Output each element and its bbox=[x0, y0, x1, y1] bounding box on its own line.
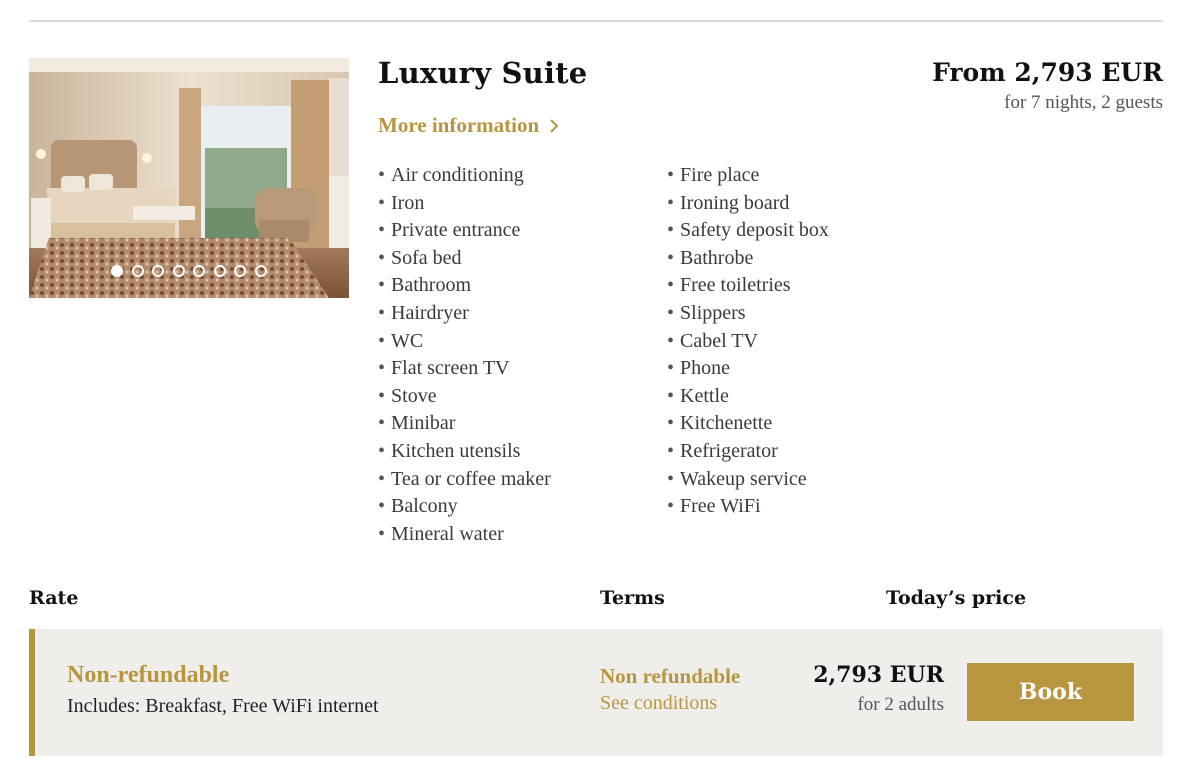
amenity-item: Kitchenette bbox=[667, 410, 829, 438]
amenities-list-right: Fire place Ironing board Safety deposit … bbox=[667, 162, 829, 521]
amenity-item: Balcony bbox=[378, 493, 551, 521]
carousel-dot[interactable] bbox=[131, 265, 144, 277]
amenity-item: Fire place bbox=[667, 162, 829, 190]
amenity-item: Safety deposit box bbox=[667, 217, 829, 245]
rate-price: 2,793 EUR bbox=[813, 662, 944, 688]
carousel-dot[interactable] bbox=[234, 265, 247, 277]
rate-row: Non-refundable Includes: Breakfast, Free… bbox=[29, 629, 1163, 756]
amenity-item: Stove bbox=[378, 383, 551, 411]
price-column-header: Today’s price bbox=[886, 587, 1027, 609]
book-button[interactable]: Book bbox=[967, 663, 1134, 721]
amenity-item: Free toiletries bbox=[667, 272, 829, 300]
amenity-item: Wakeup service bbox=[667, 466, 829, 494]
amenity-item: Free WiFi bbox=[667, 493, 829, 521]
carousel-dot[interactable] bbox=[193, 265, 206, 277]
amenity-item: Tea or coffee maker bbox=[378, 466, 551, 494]
price-from: From 2,793 EUR bbox=[932, 58, 1163, 87]
rate-name: Non-refundable bbox=[67, 662, 230, 688]
amenity-item: Mineral water bbox=[378, 521, 551, 549]
carousel-dots bbox=[29, 265, 349, 277]
room-title: Luxury Suite bbox=[378, 56, 588, 90]
price-stay-details: for 7 nights, 2 guests bbox=[1004, 92, 1163, 113]
amenity-item: Iron bbox=[378, 190, 551, 218]
amenity-item: Ironing board bbox=[667, 190, 829, 218]
carousel-dot[interactable] bbox=[254, 265, 267, 277]
terms-name: Non refundable bbox=[600, 664, 741, 688]
amenity-item: Hairdryer bbox=[378, 300, 551, 328]
amenity-item: WC bbox=[378, 328, 551, 356]
rate-column-header: Rate bbox=[29, 587, 79, 609]
more-information-link[interactable]: More information bbox=[378, 113, 559, 138]
carousel-dot[interactable] bbox=[213, 265, 226, 277]
amenity-item: Bathroom bbox=[378, 272, 551, 300]
chevron-right-icon bbox=[549, 118, 559, 134]
amenity-item: Flat screen TV bbox=[378, 355, 551, 383]
amenity-item: Private entrance bbox=[378, 217, 551, 245]
amenity-item: Kitchen utensils bbox=[378, 438, 551, 466]
amenities-list-left: Air conditioning Iron Private entrance S… bbox=[378, 162, 551, 548]
rate-price-block: 2,793 EUR for 2 adults bbox=[813, 662, 944, 716]
amenity-item: Air conditioning bbox=[378, 162, 551, 190]
room-photo-carousel[interactable] bbox=[29, 58, 349, 298]
terms-column-header: Terms bbox=[600, 587, 665, 609]
amenity-item: Slippers bbox=[667, 300, 829, 328]
amenity-item: Phone bbox=[667, 355, 829, 383]
carousel-dot[interactable] bbox=[172, 265, 185, 277]
amenity-item: Cabel TV bbox=[667, 328, 829, 356]
amenity-item: Kettle bbox=[667, 383, 829, 411]
see-conditions-link[interactable]: See conditions bbox=[600, 692, 717, 715]
top-divider bbox=[29, 20, 1163, 22]
rate-includes: Includes: Breakfast, Free WiFi internet bbox=[67, 695, 379, 717]
room-price-block: From 2,793 EUR for 7 nights, 2 guests bbox=[932, 58, 1163, 114]
amenity-item: Refrigerator bbox=[667, 438, 829, 466]
rate-price-guests: for 2 adults bbox=[857, 694, 944, 715]
carousel-dot[interactable] bbox=[111, 265, 124, 277]
amenity-item: Bathrobe bbox=[667, 245, 829, 273]
more-information-label: More information bbox=[378, 113, 540, 137]
carousel-dot[interactable] bbox=[152, 265, 165, 277]
amenity-item: Sofa bed bbox=[378, 245, 551, 273]
room-photo bbox=[29, 58, 349, 298]
amenity-item: Minibar bbox=[378, 410, 551, 438]
